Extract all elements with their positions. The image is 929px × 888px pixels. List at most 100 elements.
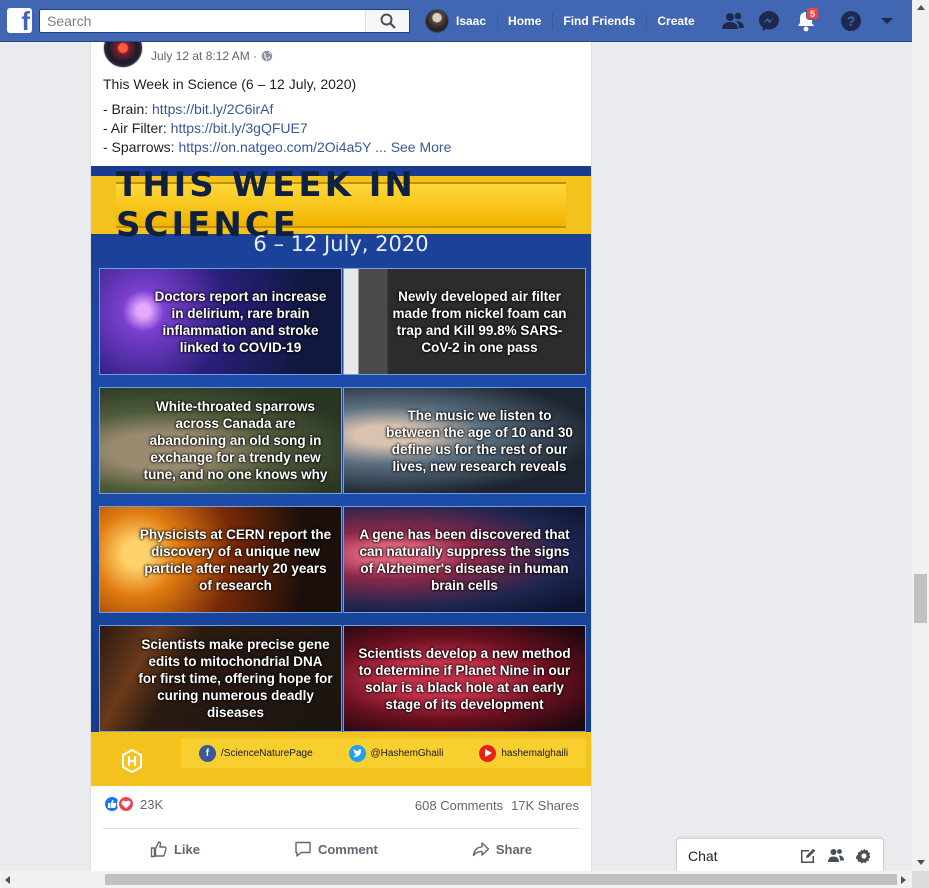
engagement-counts: 608 Comments 17K Shares bbox=[415, 798, 579, 813]
social-links: f /ScienceNaturePage @HashemGhaili hashe… bbox=[181, 738, 586, 768]
friend-requests-button[interactable] bbox=[721, 9, 745, 33]
facebook-logo-icon[interactable]: f bbox=[7, 8, 32, 33]
like-label: Like bbox=[173, 841, 200, 857]
air-filter-link[interactable]: https://bit.ly/3gQFUE7 bbox=[171, 120, 308, 136]
post-timestamp[interactable]: July 12 at 8:12 AM · bbox=[151, 49, 273, 63]
comment-button[interactable]: Comment bbox=[294, 840, 378, 858]
nav-links: Isaac Home Find Friends Create bbox=[414, 0, 706, 42]
reactions-count: 23K bbox=[140, 796, 164, 812]
facebook-handle: /ScienceNaturePage bbox=[220, 747, 313, 759]
social-twitter: @HashemGhaili bbox=[348, 744, 444, 762]
tile-mitochondrial-dna: Scientists make precise gene edits to mi… bbox=[99, 625, 342, 732]
timestamp-text: July 12 at 8:12 AM · bbox=[151, 49, 258, 63]
share-icon bbox=[472, 842, 490, 857]
vertical-scroll-thumb[interactable] bbox=[914, 574, 927, 623]
facebook-icon: f bbox=[198, 744, 216, 762]
create-link[interactable]: Create bbox=[646, 0, 705, 42]
notification-badge: 5 bbox=[806, 7, 819, 20]
love-reaction-icon bbox=[117, 795, 135, 813]
scroll-down-arrow-icon[interactable] bbox=[917, 860, 925, 865]
title-banner: THIS WEEK IN SCIENCE bbox=[91, 166, 591, 245]
like-button[interactable]: Like bbox=[150, 840, 200, 858]
youtube-handle: hashemalghaili bbox=[501, 747, 569, 759]
sparrows-link[interactable]: https://on.natgeo.com/2Oi4a5Y bbox=[178, 139, 371, 155]
scroll-left-arrow-icon[interactable] bbox=[5, 876, 10, 884]
horizontal-scrollbar[interactable] bbox=[0, 871, 912, 888]
profile-link[interactable]: Isaac bbox=[414, 0, 497, 42]
post-line-brain: - Brain: https://bit.ly/2C6irAf bbox=[103, 100, 581, 119]
tile-sparrows: White-throated sparrows across Canada ar… bbox=[99, 387, 342, 494]
chat-bar[interactable]: Chat bbox=[676, 838, 884, 871]
news-feed-post: July 12 at 8:12 AM · This Week in Scienc… bbox=[90, 42, 592, 871]
infographic-image[interactable]: THIS WEEK IN SCIENCE 6 – 12 July, 2020 D… bbox=[91, 166, 591, 786]
new-group-icon[interactable] bbox=[827, 847, 845, 865]
comment-icon bbox=[295, 841, 311, 857]
find-friends-link[interactable]: Find Friends bbox=[552, 0, 646, 42]
search-box bbox=[39, 9, 410, 33]
infographic-date: 6 – 12 July, 2020 bbox=[253, 232, 429, 256]
divider bbox=[103, 828, 579, 829]
page-avatar[interactable] bbox=[103, 42, 143, 68]
globe-icon bbox=[261, 50, 273, 62]
tile-text: A gene has been discovered that can natu… bbox=[359, 526, 570, 593]
messenger-button[interactable] bbox=[757, 9, 781, 33]
create-label: Create bbox=[657, 14, 695, 28]
post-headline: This Week in Science (6 – 12 July, 2020) bbox=[103, 76, 357, 92]
infographic-title: THIS WEEK IN SCIENCE bbox=[116, 166, 566, 245]
post-actions: Like Comment Share bbox=[103, 836, 579, 862]
twitter-handle: @HashemGhaili bbox=[370, 747, 444, 759]
account-menu-button[interactable] bbox=[875, 9, 899, 33]
scroll-right-arrow-icon[interactable] bbox=[901, 876, 906, 884]
tile-music: The music we listen to between the age o… bbox=[343, 387, 586, 494]
messenger-icon bbox=[759, 11, 779, 31]
line-label: - Brain: bbox=[103, 101, 153, 117]
tile-text: White-throated sparrows across Canada ar… bbox=[143, 399, 328, 482]
share-button[interactable]: Share bbox=[472, 840, 532, 858]
help-button[interactable]: ? bbox=[839, 9, 863, 33]
tile-text: Doctors report an increase in delirium, … bbox=[154, 288, 327, 355]
share-label: Share bbox=[495, 841, 532, 857]
twitter-icon bbox=[348, 744, 366, 762]
social-youtube: hashemalghaili bbox=[479, 744, 569, 762]
search-icon bbox=[380, 13, 396, 29]
comment-label: Comment bbox=[317, 841, 378, 857]
tile-air-filter: Newly developed air filter made from nic… bbox=[343, 268, 586, 375]
thumbs-up-icon bbox=[150, 841, 167, 858]
chat-label: Chat bbox=[688, 848, 718, 864]
avatar bbox=[425, 9, 449, 33]
brain-link[interactable]: https://bit.ly/2C6irAf bbox=[152, 101, 273, 117]
shares-count[interactable]: 17K Shares bbox=[511, 798, 579, 813]
vertical-scrollbar[interactable] bbox=[912, 0, 929, 871]
tile-text: The music we listen to between the age o… bbox=[386, 407, 573, 474]
scroll-up-arrow-icon[interactable] bbox=[917, 5, 925, 10]
question-mark-icon: ? bbox=[841, 11, 861, 31]
search-button[interactable] bbox=[365, 10, 409, 32]
youtube-icon bbox=[479, 744, 497, 762]
horizontal-scroll-thumb[interactable] bbox=[105, 874, 897, 885]
tile-planet-nine: Scientists develop a new method to deter… bbox=[343, 625, 586, 732]
infographic-footer: f /ScienceNaturePage @HashemGhaili hashe… bbox=[91, 732, 591, 786]
svg-text:?: ? bbox=[847, 13, 856, 29]
tile-cern: Physicists at CERN report the discovery … bbox=[99, 506, 342, 613]
tile-text: Scientists make precise gene edits to mi… bbox=[138, 637, 333, 720]
search-input[interactable] bbox=[40, 10, 365, 32]
friends-icon bbox=[722, 12, 744, 29]
find-friends-label: Find Friends bbox=[563, 14, 636, 28]
reactions-summary[interactable]: 23K bbox=[103, 795, 163, 813]
home-label: Home bbox=[508, 14, 542, 28]
home-link[interactable]: Home bbox=[497, 0, 552, 42]
gear-icon[interactable] bbox=[855, 847, 873, 865]
notifications-button[interactable]: 5 bbox=[794, 7, 819, 33]
social-facebook: f /ScienceNaturePage bbox=[198, 744, 313, 762]
tile-text: Scientists develop a new method to deter… bbox=[358, 645, 571, 712]
caret-down-icon bbox=[881, 18, 893, 24]
tile-text: Physicists at CERN report the discovery … bbox=[139, 526, 332, 593]
hashem-ghaili-logo-icon bbox=[119, 748, 145, 774]
ellipsis: ... bbox=[371, 139, 391, 155]
comments-count[interactable]: 608 Comments bbox=[415, 798, 503, 813]
tile-brain: Doctors report an increase in delirium, … bbox=[99, 268, 342, 375]
see-more-link[interactable]: See More bbox=[391, 139, 452, 155]
post-line-sparrows: - Sparrows: https://on.natgeo.com/2Oi4a5… bbox=[103, 138, 581, 157]
new-message-icon[interactable] bbox=[799, 847, 817, 865]
tile-alzheimers: A gene has been discovered that can natu… bbox=[343, 506, 586, 613]
